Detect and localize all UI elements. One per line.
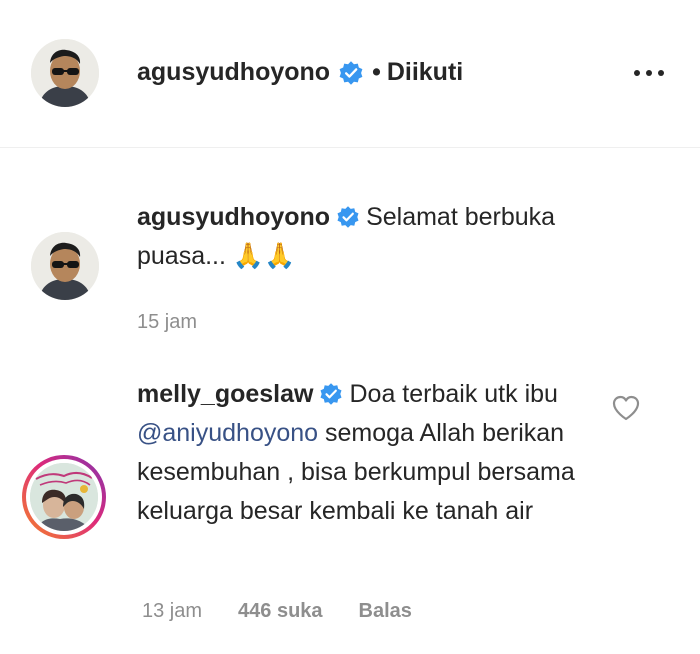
comment-avatar[interactable]	[22, 455, 106, 539]
caption-avatar[interactable]	[31, 232, 99, 300]
verified-badge-icon	[320, 383, 342, 405]
comment-username[interactable]: melly_goeslaw	[137, 380, 313, 408]
header-username[interactable]: agusyudhoyono	[137, 58, 330, 87]
mention-link[interactable]: @aniyudhoyono	[137, 419, 318, 447]
praying-hands-emoji: 🙏🙏	[232, 242, 296, 270]
more-options-icon[interactable]	[634, 70, 664, 76]
user-avatar[interactable]	[31, 39, 99, 107]
verified-badge-icon	[337, 206, 359, 228]
comment-text-start: Doa terbaik utk ibu	[349, 380, 558, 408]
caption-username[interactable]: agusyudhoyono	[137, 203, 330, 231]
comment-text-block: melly_goeslaw Doa terbaik utk ibu @aniyud…	[137, 375, 597, 531]
comment-meta: 13 jam 446 suka Balas	[142, 600, 412, 623]
separator-dot: •	[372, 58, 381, 86]
comment-likes[interactable]: 446 suka	[238, 600, 323, 623]
heart-icon[interactable]	[611, 394, 641, 422]
verified-badge-icon	[339, 60, 363, 85]
reply-button[interactable]: Balas	[359, 600, 412, 623]
post-header: agusyudhoyono • Diikuti	[0, 0, 700, 148]
caption-timestamp[interactable]: 15 jam	[137, 311, 197, 334]
follow-status-button[interactable]: Diikuti	[387, 58, 463, 87]
caption-text-block: agusyudhoyono Selamat berbuka puasa... 🙏🙏	[137, 198, 637, 276]
comment-timestamp[interactable]: 13 jam	[142, 600, 202, 623]
header-user-line: agusyudhoyono • Diikuti	[137, 58, 463, 87]
